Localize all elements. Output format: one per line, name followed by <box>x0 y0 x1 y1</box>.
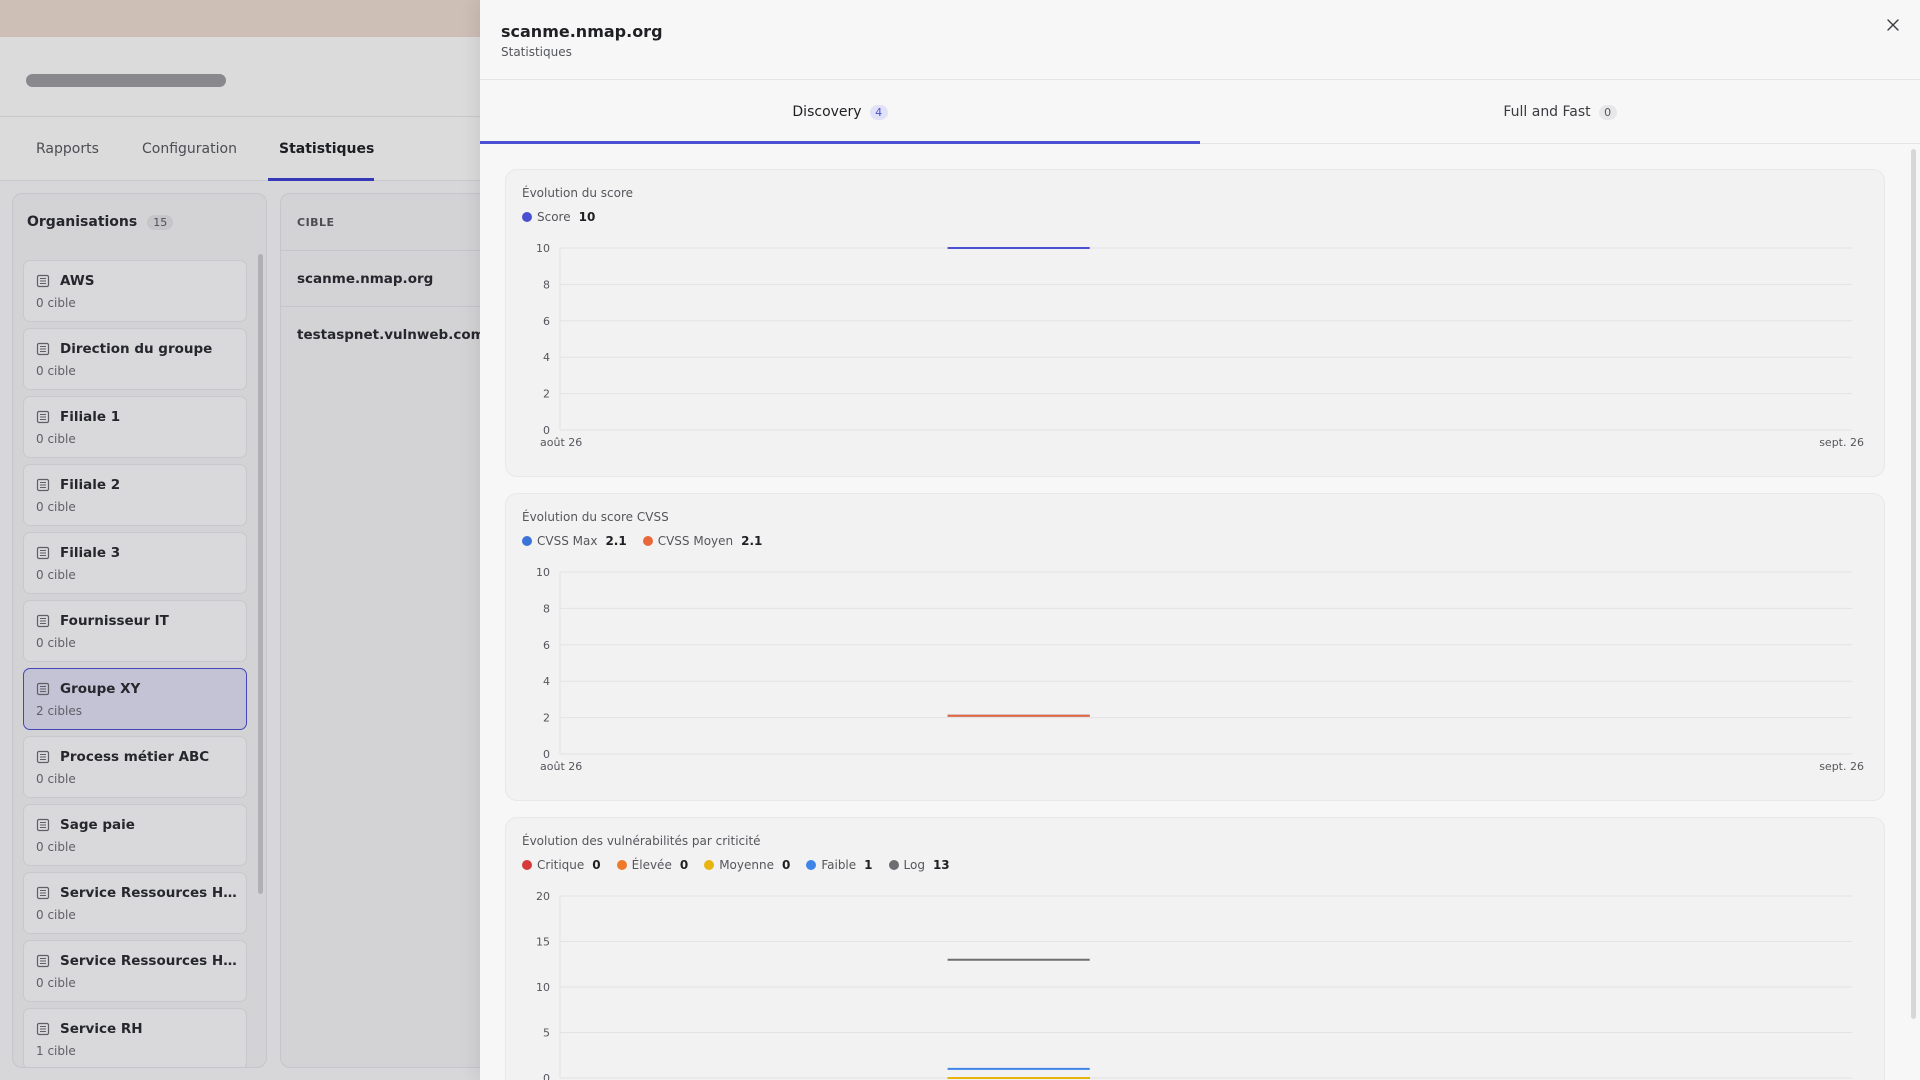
legend-marker <box>616 860 627 870</box>
legend-marker <box>806 860 817 870</box>
x-tick-label: sept. 26 <box>1819 760 1864 773</box>
legend-value: 10 <box>578 210 596 224</box>
legend-label: Critique <box>537 858 585 872</box>
tab-full-and-fast[interactable]: Full and Fast 0 <box>1200 80 1920 144</box>
chart-title: Évolution des vulnérabilités par critici… <box>522 834 761 848</box>
legend-value: 1 <box>864 858 873 872</box>
chart-legend: Score 10 <box>522 210 595 224</box>
y-tick-label: 6 <box>543 639 550 652</box>
legend-value: 0 <box>592 858 601 872</box>
y-tick-label: 2 <box>543 712 550 725</box>
legend-marker <box>522 860 532 870</box>
legend-label: Faible <box>821 858 857 872</box>
legend-item[interactable]: CVSS Moyen 2.1 <box>642 534 763 548</box>
legend-value: 2.1 <box>741 534 763 548</box>
chart-title: Évolution du score CVSS <box>522 510 669 524</box>
legend-value: 13 <box>932 858 950 872</box>
y-tick-label: 10 <box>536 981 550 994</box>
legend-label: Moyenne <box>719 858 774 872</box>
legend-item[interactable]: Élevée 0 <box>616 858 689 872</box>
legend-label: CVSS Max <box>537 534 598 548</box>
legend-marker <box>522 212 532 222</box>
legend-label: Log <box>903 858 925 872</box>
close-button[interactable] <box>1882 14 1904 36</box>
active-tab-indicator <box>480 141 1200 144</box>
drawer-body: Évolution du score Score 10 0 2 4 6 8 10 août 2… <box>480 145 1920 1080</box>
score-chart-card: Évolution du score Score 10 0 2 4 6 8 10 août 2… <box>505 169 1885 477</box>
statistics-drawer: scanme.nmap.org Statistiques Discovery 4… <box>480 0 1920 1080</box>
drawer-scrollbar[interactable] <box>1911 149 1916 1019</box>
chart-legend: CVSS Max 2.1 CVSS Moyen 2.1 <box>522 534 762 548</box>
vulnerabilities-chart-card: Évolution des vulnérabilités par critici… <box>505 817 1885 1080</box>
legend-label: Score <box>537 210 571 224</box>
close-icon <box>1887 19 1899 31</box>
y-tick-label: 2 <box>543 388 550 401</box>
y-tick-label: 5 <box>543 1027 550 1040</box>
y-tick-label: 15 <box>536 936 550 949</box>
cvss-chart-card: Évolution du score CVSS CVSS Max 2.1 CVSS … <box>505 493 1885 801</box>
tab-discovery[interactable]: Discovery 4 <box>480 80 1200 144</box>
legend-value: 0 <box>679 858 689 872</box>
x-tick-label: sept. 26 <box>1819 436 1864 449</box>
drawer-title: scanme.nmap.org <box>501 22 663 41</box>
legend-label: CVSS Moyen <box>657 534 734 548</box>
tab-count: 0 <box>1598 104 1617 120</box>
legend-value: 2.1 <box>605 534 627 548</box>
y-tick-label: 8 <box>543 278 550 291</box>
legend-marker <box>522 536 532 546</box>
chart-legend: Critique 0 Élevée 0 Moyenne 0 Faible 1 Log 13 <box>522 858 950 872</box>
drawer-subtitle: Statistiques <box>501 45 572 59</box>
legend-item[interactable]: CVSS Max 2.1 <box>522 534 627 548</box>
cvss-chart: 0246810août 26 sept. 26 <box>536 566 1864 773</box>
tab-label: Full and Fast <box>1503 104 1591 120</box>
legend-item[interactable]: Faible 1 <box>806 858 873 872</box>
scan-tabs: Discovery 4 Full and Fast 0 <box>480 80 1920 144</box>
legend-marker <box>704 860 715 870</box>
legend-item[interactable]: Score 10 <box>522 210 595 224</box>
score-chart: 0246810août 26 sept. 26 <box>536 242 1864 449</box>
y-tick-label: 20 <box>536 890 550 903</box>
y-tick-label: 4 <box>543 675 550 688</box>
y-tick-label: 8 <box>543 602 550 615</box>
legend-value: 0 <box>781 858 791 872</box>
tab-count: 4 <box>869 104 888 120</box>
x-tick-label: août 26 <box>540 436 582 449</box>
y-tick-label: 4 <box>543 351 550 364</box>
y-tick-label: 0 <box>543 1072 550 1080</box>
tab-label: Discovery <box>792 104 862 120</box>
x-tick-label: août 26 <box>540 760 582 773</box>
legend-item[interactable]: Moyenne 0 <box>704 858 790 872</box>
chart-title: Évolution du score <box>522 186 634 200</box>
legend-item[interactable]: Log 13 <box>888 858 950 872</box>
vulnerabilities-chart: 05101520août 26sept. 26 <box>536 890 1852 1080</box>
legend-marker <box>888 860 899 870</box>
drawer-header: scanme.nmap.org Statistiques <box>480 0 1920 80</box>
legend-marker <box>642 536 653 546</box>
y-tick-label: 6 <box>543 315 550 328</box>
y-tick-label: 10 <box>536 566 550 579</box>
legend-label: Élevée <box>631 858 672 872</box>
y-tick-label: 10 <box>536 242 550 255</box>
legend-item[interactable]: Critique 0 <box>522 858 601 872</box>
